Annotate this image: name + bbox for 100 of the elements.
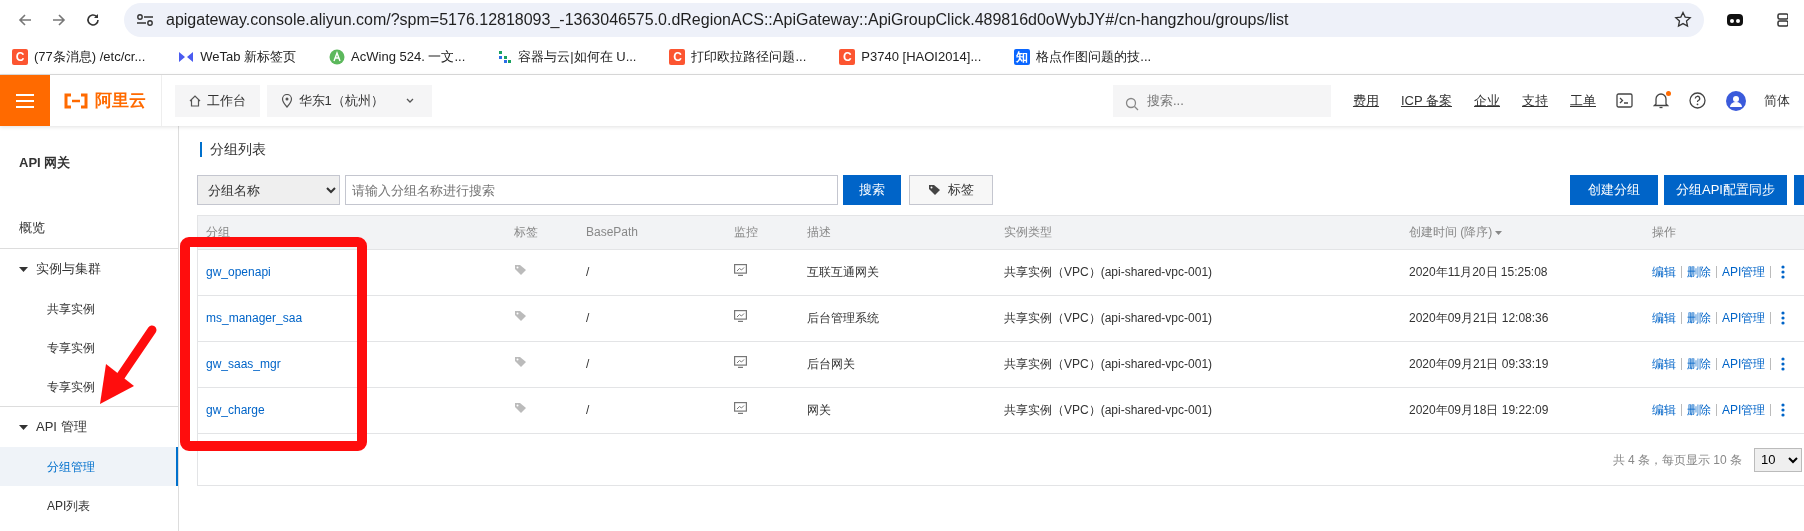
monitor-icon[interactable] <box>734 402 747 415</box>
action-link[interactable]: API管理 <box>1717 312 1772 324</box>
star-icon[interactable] <box>1674 11 1692 29</box>
bell-icon[interactable] <box>1653 92 1669 109</box>
action-link[interactable]: API管理 <box>1717 358 1772 370</box>
action-link[interactable]: API管理 <box>1717 266 1772 278</box>
table-cell: 2020年09月21日 09:33:19 <box>1401 341 1644 387</box>
action-link[interactable]: API管理 <box>1717 404 1772 417</box>
bookmark[interactable]: C (77条消息) /etc/cr... <box>12 47 146 67</box>
bookmark-icon: C <box>839 49 856 65</box>
group-link[interactable]: ms_manager_saa <box>206 311 303 325</box>
action-link[interactable]: 删除 <box>1682 266 1717 278</box>
sidebar-item[interactable]: 概览 <box>0 208 178 248</box>
terminal-icon[interactable] <box>1616 93 1633 108</box>
action-button[interactable]: 创建分组 <box>1570 175 1659 205</box>
column-header: 标签 <box>506 216 578 249</box>
caret-icon <box>19 422 28 432</box>
monitor-icon[interactable] <box>734 356 747 368</box>
search-button[interactable]: 搜索 <box>843 175 901 205</box>
sidebar-item[interactable]: API 管理 <box>0 407 178 447</box>
address-bar[interactable]: apigateway.console.aliyun.com/?spm=5176.12818093_-1363046575.0.dRegionACS::ApiGateway::ApiGroupClick.489816d0oWybJY#/cn-hangzhou/groups/list <box>124 3 1704 37</box>
home-icon <box>189 94 201 107</box>
help-icon[interactable] <box>1689 92 1706 109</box>
bookmark[interactable]: C 打印欧拉路径问题... <box>669 47 807 67</box>
bookmark[interactable]: AcWing 524. 一文... <box>329 47 466 67</box>
header-link[interactable]: 企业 <box>1474 90 1500 111</box>
column-header: BasePath <box>578 216 726 249</box>
page-title: 分组列表 <box>200 142 1804 157</box>
url-text: apigateway.console.aliyun.com/?spm=5176.12818093_-1363046575.0.dRegionACS::ApiGateway::ApiGroupClick.489816d0oWybJY#/cn-hangzhou/groups/list <box>166 10 1290 30</box>
sidebar-item[interactable]: 分组管理 <box>0 447 178 486</box>
search-field[interactable]: 搜索... <box>1112 84 1331 117</box>
action-link[interactable]: 编辑 <box>1652 404 1682 417</box>
tag-button[interactable]: 标签 <box>909 175 993 205</box>
action-link[interactable]: 删除 <box>1682 358 1717 370</box>
table-cell: 后台管理系统 <box>799 295 996 341</box>
circle-logo-icon <box>329 49 346 65</box>
bowtie-icon <box>178 51 195 63</box>
column-header: 实例类型 <box>996 216 1401 249</box>
bookmark[interactable]: WeTab 新标签页 <box>178 47 297 67</box>
table-cell: 网关 <box>799 387 996 433</box>
menu-icon[interactable] <box>15 92 35 109</box>
bookmark[interactable]: C P3740 [HAOI2014]... <box>839 47 982 67</box>
monitor-icon[interactable] <box>734 310 747 322</box>
sidebar-item[interactable]: API列表 <box>0 486 178 525</box>
logo-icon <box>63 92 89 109</box>
sidebar-item[interactable]: 实例与集群 <box>0 249 178 289</box>
table-cell: 互联互通网关 <box>799 249 996 295</box>
extension-icon[interactable] <box>1726 12 1744 28</box>
action-button[interactable]: 分组API配置同步 <box>1664 175 1787 205</box>
location-pin-icon <box>280 93 293 108</box>
table-cell: 后台网关 <box>799 341 996 387</box>
region-dropdown[interactable]: 华东1（杭州） <box>266 84 432 117</box>
monitor-icon[interactable] <box>734 264 747 276</box>
language-label[interactable]: 简体 <box>1764 90 1790 111</box>
header-link[interactable]: 工单 <box>1570 90 1596 111</box>
more-icon[interactable] <box>1781 403 1786 418</box>
sidebar-item[interactable]: 共享实例 <box>0 289 178 328</box>
table-cell: 2020年11月20日 15:25:08 <box>1401 249 1644 295</box>
sidebar-title: API 网关 <box>18 154 72 172</box>
squares-icon <box>498 50 513 64</box>
table-cell: 2020年09月18日 19:22:09 <box>1401 387 1644 433</box>
table-cell: 共享实例（VPC）(api-shared-vpc-001) <box>996 295 1401 341</box>
table-cell: / <box>578 249 726 295</box>
bookmark-icon: C <box>669 49 686 65</box>
column-header: 监控 <box>726 216 799 249</box>
search-input[interactable]: 请输入分组名称进行搜索 <box>345 175 838 205</box>
action-link[interactable]: 删除 <box>1682 404 1717 417</box>
page-size-select[interactable]: 10 <box>1754 447 1802 472</box>
group-link[interactable]: gw_openapi <box>206 265 271 279</box>
logo-text: 阿里云 <box>95 89 146 112</box>
column-header: 描述 <box>799 216 996 249</box>
more-icon[interactable] <box>1781 357 1786 371</box>
more-icon[interactable] <box>1781 265 1786 279</box>
field-select[interactable]: 分组名称 <box>197 175 340 205</box>
caret-icon <box>19 264 28 274</box>
extensions-icon[interactable] <box>1776 12 1788 28</box>
sort-caret-icon[interactable] <box>1494 230 1504 237</box>
site-settings-icon[interactable] <box>136 12 154 28</box>
action-link[interactable]: 编辑 <box>1652 266 1682 278</box>
header-link[interactable]: 费用 <box>1352 90 1379 111</box>
bookmark[interactable]: 容器与云|如何在 U... <box>498 47 637 67</box>
table-cell: / <box>578 341 726 387</box>
group-link[interactable]: gw_charge <box>206 403 265 418</box>
group-link[interactable]: gw_saas_mgr <box>206 357 281 371</box>
menu-button[interactable] <box>0 75 50 126</box>
action-link[interactable]: 删除 <box>1682 312 1717 324</box>
bookmark[interactable]: 知 格点作图问题的技... <box>1014 47 1152 67</box>
sidebar-item[interactable]: 专享实例 <box>0 328 178 367</box>
more-icon[interactable] <box>1781 311 1786 325</box>
header-link[interactable]: ICP 备案 <box>1400 90 1452 111</box>
workbench-button[interactable]: 工作台 <box>175 84 260 117</box>
bookmark-icon: C <box>12 49 28 65</box>
bookmark-icon: 知 <box>1014 49 1031 65</box>
table-cell: 2020年09月21日 12:08:36 <box>1401 295 1644 341</box>
action-link[interactable]: 编辑 <box>1652 358 1682 370</box>
action-link[interactable]: 编辑 <box>1652 312 1682 324</box>
sidebar-item[interactable]: 专享实例 <box>0 367 178 406</box>
tag-icon <box>928 184 942 196</box>
avatar-icon[interactable] <box>1726 90 1746 111</box>
header-link[interactable]: 支持 <box>1522 90 1548 111</box>
